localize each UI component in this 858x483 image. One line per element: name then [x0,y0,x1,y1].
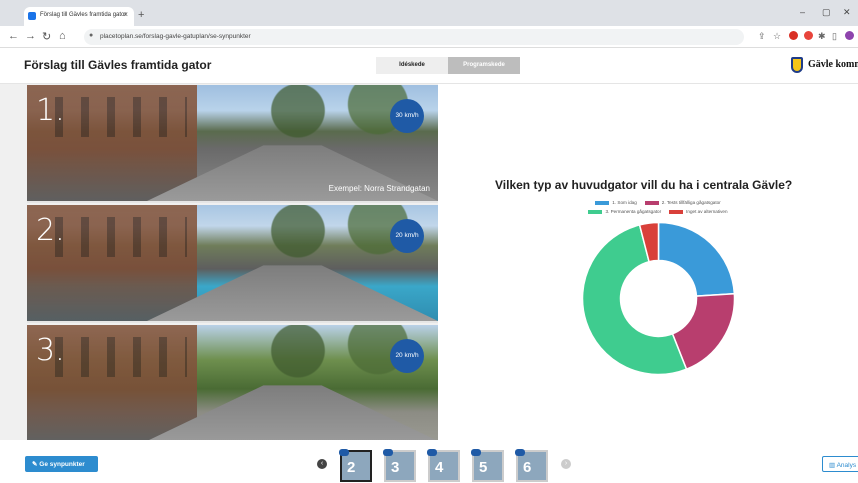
star-icon[interactable]: ☆ [773,31,781,42]
analysis-button[interactable]: ▥ Analys [822,456,858,472]
browser-tab-strip: Förslag till Gävles framtida gator × + –… [0,0,858,26]
street-photo-1: 1. 30 km/h Exempel: Norra Strandgatan [27,85,438,203]
legend-swatch [595,200,610,205]
url-text: placetoplan.se/forslag-gavle-gatuplan/se… [100,33,251,40]
prev-arrow-icon[interactable]: ‹ [317,459,327,469]
window-close-icon[interactable]: ✕ [843,7,851,18]
tab-ideskede[interactable]: Idéskede [376,57,448,74]
close-tab-icon[interactable]: × [123,10,128,19]
browser-tab[interactable]: Förslag till Gävles framtida gator × [24,7,134,26]
page-title: Förslag till Gävles framtida gator [24,58,212,72]
badge [427,449,437,456]
next-arrow-icon[interactable]: › [561,459,571,469]
app-header: Förslag till Gävles framtida gator Idésk… [0,48,858,84]
give-opinion-button[interactable]: ✎ Ge synpunkter [25,456,98,472]
badge [339,449,349,456]
thumbnail-6[interactable]: 6 [515,449,548,482]
chart-title: Vilken typ av huvudgator vill du ha i ce… [495,178,793,192]
legend-swatch [669,209,684,214]
badge [515,449,525,456]
thumbnail-5[interactable]: 5 [471,449,504,482]
option-number: 2. [36,213,65,248]
browser-toolbar: ← → ↻ ⌂ ● placetoplan.se/forslag-gavle-g… [0,26,858,48]
reload-icon[interactable]: ↻ [42,30,51,43]
photo-caption: Exempel: Norra Strandgatan [328,184,430,193]
option-number: 3. [36,333,65,368]
chart-panel: Vilken typ av huvudgator vill du ha i ce… [438,84,858,440]
donut-slice[interactable] [657,221,736,297]
street-photo-3: 3. 20 km/h [27,325,438,443]
donut-chart [581,221,736,376]
chart-legend: 1. Som idag 2. Tests tillfälliga gågatsg… [578,200,738,218]
new-tab-button[interactable]: + [138,9,144,21]
speed-limit-badge: 20 km/h [390,219,424,253]
thumbnail-3[interactable]: 3 [383,449,416,482]
legend-swatch [644,200,659,205]
speed-limit-badge: 30 km/h [390,99,424,133]
street-photo-2: 2. 20 km/h [27,205,438,323]
minimize-icon[interactable]: – [800,7,805,17]
home-icon[interactable]: ⌂ [59,30,66,42]
main-content: 1. 30 km/h Exempel: Norra Strandgatan 2.… [0,84,858,443]
sidepanel-icon[interactable]: ▯ [832,31,837,42]
tab-programskede[interactable]: Programskede [448,57,520,74]
bottom-bar: ✎ Ge synpunkter ‹ 2 3 4 5 6 › ▥ Analys [0,440,858,483]
extension-icon[interactable] [804,31,813,40]
back-icon[interactable]: ← [8,30,19,42]
brand-name: Gävle kommun [808,59,858,70]
option-number: 1. [36,93,65,128]
speed-limit-badge: 20 km/h [390,339,424,373]
legend-item[interactable]: 3. Permanenta gågatsgator [588,209,661,214]
tab-title: Förslag till Gävles framtida gator [40,12,127,18]
legend-item[interactable]: Inget av alternativen [669,209,728,214]
badge [383,449,393,456]
profile-avatar[interactable] [845,31,854,40]
thumbnail-2[interactable]: 2 [339,449,372,482]
gavle-crest-logo [791,57,803,73]
favicon-icon [28,12,36,20]
address-bar[interactable]: ● placetoplan.se/forslag-gavle-gatuplan/… [84,29,744,45]
lock-icon: ● [89,32,94,39]
chart-icon: ▥ [829,462,837,469]
puzzle-icon[interactable]: ✱ [818,31,826,42]
extension-icon[interactable] [789,31,798,40]
legend-item[interactable]: 1. Som idag [595,200,637,205]
share-icon[interactable]: ⇪ [758,31,766,42]
legend-swatch [588,209,603,214]
photo-panel: 1. 30 km/h Exempel: Norra Strandgatan 2.… [27,85,438,443]
maximize-icon[interactable]: ▢ [822,7,831,18]
thumbnail-4[interactable]: 4 [427,449,460,482]
legend-item[interactable]: 2. Tests tillfälliga gågatsgator [644,200,721,205]
forward-icon[interactable]: → [25,30,36,42]
badge [471,449,481,456]
